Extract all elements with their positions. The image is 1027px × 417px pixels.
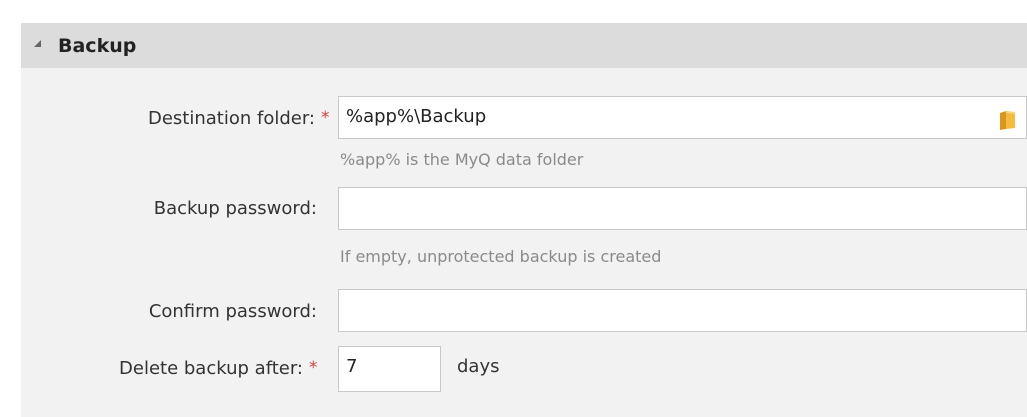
backup-password-input[interactable] bbox=[338, 187, 1027, 230]
section-header-backup[interactable]: Backup bbox=[21, 23, 1027, 68]
destination-folder-hint: %app% is the MyQ data folder bbox=[340, 150, 584, 169]
days-unit-label: days bbox=[457, 356, 500, 377]
destination-required-mark: * bbox=[321, 108, 330, 128]
confirm-password-label: Confirm password: bbox=[148, 301, 317, 322]
destination-folder-label: Destination folder: bbox=[147, 108, 315, 129]
delete-backup-days-value: 7 bbox=[346, 356, 358, 377]
destination-folder-value: %app%\Backup bbox=[346, 106, 487, 127]
backup-panel: Backup Destination folder: * %app%\Backu… bbox=[21, 23, 1027, 417]
backup-password-label: Backup password: bbox=[153, 198, 317, 219]
backup-password-hint: If empty, unprotected backup is created bbox=[340, 247, 662, 266]
confirm-password-input[interactable] bbox=[338, 289, 1027, 332]
collapse-triangle-icon[interactable] bbox=[34, 40, 41, 47]
delete-backup-required-mark: * bbox=[309, 358, 318, 378]
section-title: Backup bbox=[58, 35, 137, 57]
destination-folder-input[interactable]: %app%\Backup bbox=[338, 96, 1027, 139]
delete-backup-after-label: Delete backup after: bbox=[119, 358, 303, 379]
folder-icon[interactable] bbox=[998, 106, 1018, 130]
delete-backup-days-input[interactable]: 7 bbox=[338, 346, 441, 392]
